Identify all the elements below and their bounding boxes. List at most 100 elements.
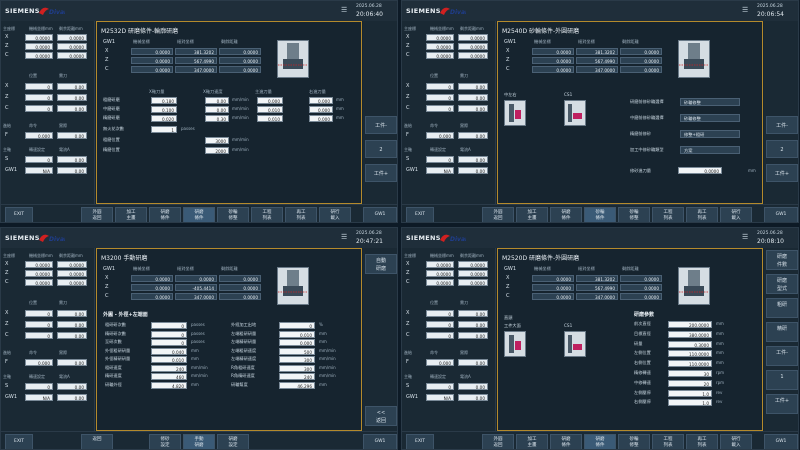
softkey-3[interactable]: 研磨 條件 bbox=[584, 434, 616, 449]
softkey-0[interactable]: 外圓 返回 bbox=[482, 434, 514, 449]
colB-value-6[interactable]: 240 bbox=[279, 373, 315, 380]
softkey-4[interactable]: 研磨 設定 bbox=[217, 434, 249, 449]
softkey-2[interactable]: 研磨 條件 bbox=[550, 434, 582, 449]
param-value-8[interactable]: 1.0 bbox=[668, 399, 712, 407]
colB-value-4[interactable]: 300 bbox=[279, 356, 315, 363]
colB-value-2[interactable]: 0.000 bbox=[279, 339, 315, 346]
right-button-6[interactable]: 工件+ bbox=[766, 394, 798, 414]
softkey-0[interactable]: 外圓 返回 bbox=[81, 207, 113, 222]
softkey-6[interactable]: 再工 列表 bbox=[686, 207, 718, 222]
param-x-depth[interactable]: 0.180 bbox=[151, 97, 177, 104]
option-select-3[interactable]: 方案 bbox=[680, 146, 740, 154]
right-button-4[interactable]: 工件- bbox=[766, 346, 798, 366]
softkey-5[interactable]: 工程 列表 bbox=[652, 434, 684, 449]
softkey-1[interactable]: 加工 主畫 bbox=[516, 207, 548, 222]
right-button-0[interactable]: 工件- bbox=[766, 116, 798, 134]
option-select-1[interactable]: 砂輪修整 bbox=[680, 114, 740, 122]
right-button-1[interactable]: 研磨 型式 bbox=[766, 274, 798, 294]
colA-value-1[interactable]: 0 bbox=[151, 330, 187, 338]
param-x-speed[interactable]: 0.00 bbox=[205, 106, 229, 113]
colB-value-5[interactable]: 300 bbox=[279, 364, 315, 372]
softkey-4[interactable]: 砂輪 修整 bbox=[618, 207, 650, 222]
param-value-5[interactable]: 30 bbox=[668, 370, 712, 377]
dress-value[interactable]: 0.0000 bbox=[678, 167, 722, 174]
left-sect2-a: 位置 bbox=[430, 300, 438, 305]
param-value-3[interactable]: 110.0000 bbox=[668, 350, 712, 358]
softkey-1[interactable]: 加工 主畫 bbox=[516, 434, 548, 449]
f-value2: 0.00 bbox=[458, 359, 488, 366]
right-button-5[interactable]: 1 bbox=[766, 370, 798, 390]
right-button-2[interactable]: 工件+ bbox=[766, 164, 798, 182]
softkey-0[interactable]: 返回 bbox=[81, 434, 113, 449]
param-main-depth[interactable]: 0.010 bbox=[257, 115, 283, 122]
colB-value-0[interactable]: 0 bbox=[279, 322, 315, 329]
softkey-5[interactable]: 工程 列表 bbox=[652, 207, 684, 222]
softkey-3[interactable]: 研磨 條件 bbox=[183, 207, 215, 222]
back-button[interactable]: << 返回 bbox=[365, 406, 397, 426]
colA-value-2[interactable]: 0 bbox=[151, 339, 187, 346]
coord-header-1: 機械坐標 bbox=[534, 39, 551, 44]
option-select-0[interactable]: 砂輪修整 bbox=[680, 98, 740, 106]
softkey-0[interactable]: 外圓 返回 bbox=[482, 207, 514, 222]
right-button-2[interactable]: 粗研 bbox=[766, 298, 798, 318]
right-button-1[interactable]: 2 bbox=[766, 140, 798, 158]
softkey-6[interactable]: 再工 列表 bbox=[686, 434, 718, 449]
colB-value-1[interactable]: 0.010 bbox=[279, 330, 315, 338]
param-x-speed[interactable]: 0.30 bbox=[205, 115, 229, 122]
param-value-6[interactable]: 20 bbox=[668, 379, 712, 387]
right-button-0[interactable]: 工件- bbox=[365, 116, 397, 134]
param-value-1[interactable]: 380.0000 bbox=[668, 330, 712, 338]
colB-value-3[interactable]: 500 bbox=[279, 347, 315, 355]
right-button-1[interactable]: 2 bbox=[365, 140, 397, 158]
gw1-button[interactable]: GW1 bbox=[363, 434, 397, 449]
rough-pos-value[interactable]: 3000 bbox=[205, 137, 229, 144]
softkey-3[interactable]: 砂輪 條件 bbox=[584, 207, 616, 222]
colA-value-5[interactable]: 240 bbox=[151, 364, 187, 372]
softkey-7[interactable]: 研行 載入 bbox=[720, 434, 752, 449]
param-x-speed[interactable]: 0.00 bbox=[205, 97, 229, 104]
param-value-4[interactable]: 110.0000 bbox=[668, 360, 712, 368]
param-right-depth[interactable]: 0.000 bbox=[309, 115, 333, 122]
softkey-2[interactable]: 修砂 設定 bbox=[149, 434, 181, 449]
colA-value-7[interactable]: 4.820 bbox=[151, 381, 187, 389]
exit-button[interactable]: EXIT bbox=[406, 434, 434, 449]
colA-value-6[interactable]: 460 bbox=[151, 373, 187, 380]
param-x-depth[interactable]: 0.100 bbox=[151, 106, 177, 113]
colB-value-7[interactable]: 46.296 bbox=[279, 381, 315, 389]
param-right-depth[interactable]: 0.000 bbox=[309, 106, 333, 113]
passes-value[interactable]: 1 bbox=[151, 126, 177, 133]
gw1-button[interactable]: GW1 bbox=[764, 207, 798, 222]
softkey-1[interactable]: 加工 主畫 bbox=[115, 207, 147, 222]
colA-value-4[interactable]: 0.010 bbox=[151, 356, 187, 363]
softkey-3[interactable]: 手動 研磨 bbox=[183, 434, 215, 449]
exit-button[interactable]: EXIT bbox=[5, 207, 33, 222]
exit-button[interactable]: EXIT bbox=[5, 434, 33, 449]
colA-value-0[interactable]: 0 bbox=[151, 322, 187, 329]
coord-remaining: 0.0000 bbox=[620, 66, 662, 73]
softkey-4[interactable]: 砂輪 修整 bbox=[618, 434, 650, 449]
gw1-button[interactable]: GW1 bbox=[764, 434, 798, 449]
softkey-2[interactable]: 研磨 條件 bbox=[149, 207, 181, 222]
softkey-6[interactable]: 再工 列表 bbox=[285, 207, 317, 222]
right-button-2[interactable]: 工件+ bbox=[365, 164, 397, 182]
right-button-3[interactable]: 精研 bbox=[766, 322, 798, 342]
colA-value-3[interactable]: 0.040 bbox=[151, 347, 187, 355]
fine-pos-value[interactable]: 2000 bbox=[205, 147, 229, 154]
softkey-2[interactable]: 研磨 條件 bbox=[550, 207, 582, 222]
param-main-depth[interactable]: 0.010 bbox=[257, 106, 283, 113]
param-x-depth[interactable]: 0.020 bbox=[151, 115, 177, 122]
param-value-7[interactable]: 1.0 bbox=[668, 389, 712, 397]
param-value-2[interactable]: 0.3000 bbox=[668, 340, 712, 348]
gw1-button[interactable]: GW1 bbox=[363, 207, 397, 222]
exit-button[interactable]: EXIT bbox=[406, 207, 434, 222]
softkey-4[interactable]: 砂輪 修整 bbox=[217, 207, 249, 222]
param-right-depth[interactable]: 0.000 bbox=[309, 97, 333, 104]
softkey-7[interactable]: 研行 載入 bbox=[720, 207, 752, 222]
param-value-0[interactable]: 200.0000 bbox=[668, 321, 712, 328]
option-select-2[interactable]: 修整+粗研 bbox=[680, 130, 740, 138]
right-button-0[interactable]: 研磨 件數 bbox=[766, 250, 798, 270]
softkey-7[interactable]: 研行 載入 bbox=[319, 207, 351, 222]
auto-grind-button[interactable]: 自動 研磨 bbox=[365, 254, 397, 274]
param-main-depth[interactable]: 0.000 bbox=[257, 97, 283, 104]
softkey-5[interactable]: 工程 列表 bbox=[251, 207, 283, 222]
